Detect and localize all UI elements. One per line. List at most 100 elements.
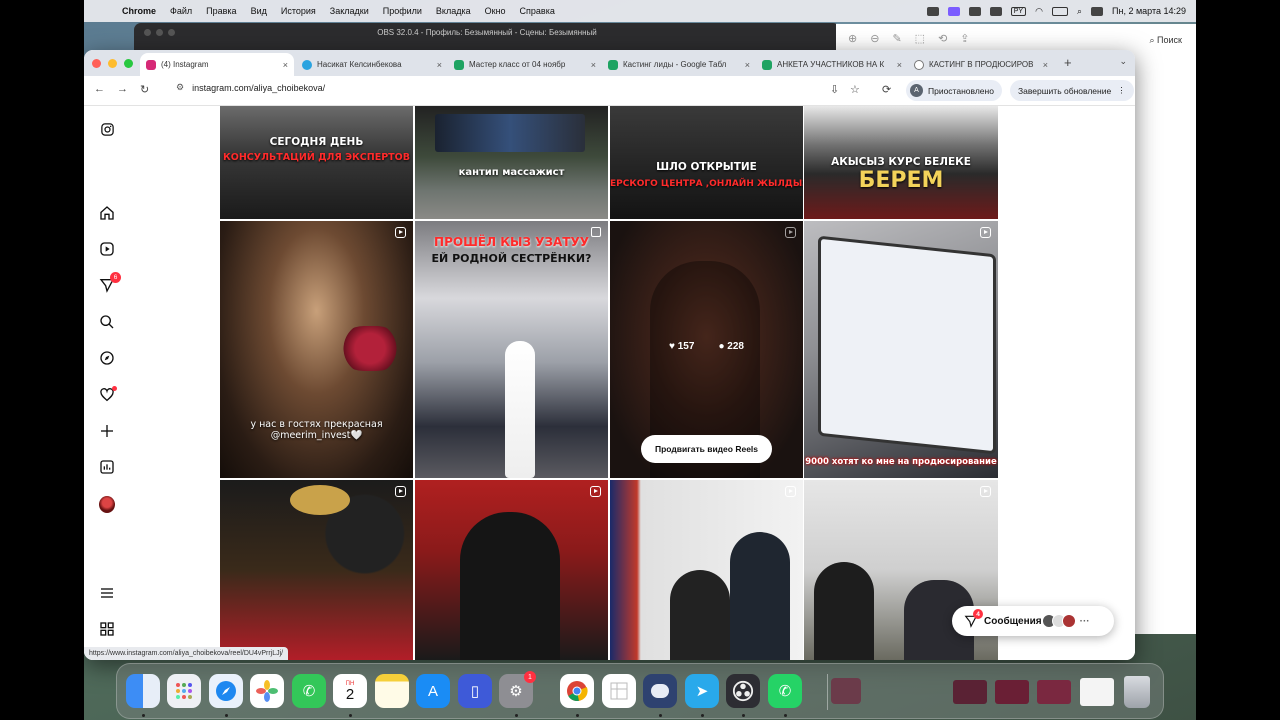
forward-icon[interactable]: → [117,83,128,95]
close-tab-icon[interactable]: × [437,60,442,70]
menu-window[interactable]: Окно [485,6,506,16]
menu-history[interactable]: История [281,6,316,16]
instagram-logo-icon[interactable] [99,121,115,137]
tab-search-button[interactable]: ⌄ [1119,56,1127,67]
post-tile[interactable]: ♥ 157 ● 228 Продвигать видео Reels [610,221,803,478]
telegram-icon[interactable]: ➤ [685,674,719,708]
promote-reels-button[interactable]: Продвигать видео Reels [641,435,772,463]
control-center-icon[interactable] [1091,6,1103,16]
clock[interactable]: Пн, 2 марта 14:29 [1112,6,1186,16]
markup-icon[interactable]: ✎ [892,32,901,45]
finder-icon[interactable] [126,674,160,708]
tab-instagram[interactable]: (4) Instagram × [140,53,294,76]
profile-avatar-icon[interactable] [99,495,115,513]
screen-record-icon[interactable] [947,6,960,16]
simulator-icon[interactable]: ▯ [458,674,492,708]
zoom-out-icon[interactable]: ⊖ [870,32,879,45]
tab-masterclass[interactable]: Мастер класс от 04 ноябр × [448,53,602,76]
close-tab-icon[interactable]: × [745,60,750,70]
close-window-button[interactable] [92,59,101,68]
tab-casting-production[interactable]: КАСТИНГ В ПРОДЮСИРОВ × [908,53,1054,76]
photos-icon[interactable] [250,674,284,708]
wifi-icon[interactable]: ◠ [1035,6,1043,17]
share-icon[interactable]: ⇪ [960,32,969,45]
profile-paused-pill[interactable]: А Приостановлено [906,80,1002,101]
reels-icon[interactable] [99,241,115,257]
calendar-icon[interactable]: ПН 2 [333,674,367,708]
zoom-in-icon[interactable]: ⊕ [848,32,857,45]
close-tab-icon[interactable]: × [591,60,596,70]
new-tab-button[interactable]: + [1064,55,1072,70]
reload-icon[interactable]: ↻ [140,83,149,96]
create-plus-icon[interactable] [99,423,115,439]
close-tab-icon[interactable]: × [283,60,288,70]
post-tile[interactable] [415,480,608,660]
menu-hamburger-icon[interactable] [99,585,115,601]
apps-grid-icon[interactable] [99,621,115,637]
input-language[interactable]: PY [1010,6,1027,16]
post-tile[interactable]: СЕГОДНЯ ДЕНЬ КОНСУЛЬТАЦИЙ ДЛЯ ЭКСПЕРТОВ [220,106,413,219]
site-info-icon[interactable]: ⚙ [176,82,184,93]
menu-tab[interactable]: Вкладка [436,6,471,16]
back-icon[interactable]: ← [94,83,105,95]
minimized-window-thumb[interactable] [995,680,1029,704]
menu-profiles[interactable]: Профили [383,6,422,16]
trash-icon[interactable] [1124,676,1150,708]
display-icon[interactable] [989,6,1002,16]
background-search[interactable]: ⌕ Поиск [1150,35,1183,46]
menu-view[interactable]: Вид [251,6,267,16]
update-button[interactable]: Завершить обновление ⋮ [1010,80,1134,101]
phone-icon[interactable]: ✆ [292,674,326,708]
app-store-icon[interactable]: A [416,674,450,708]
post-tile[interactable]: у нас в гостях прекрасная @meerim_invest… [220,221,413,478]
post-tile[interactable]: 9000 хотят ко мне на продюсирование [804,221,998,478]
post-tile[interactable]: кантип массажист [415,106,608,219]
post-tile[interactable] [220,480,413,660]
more-menu-icon[interactable]: ⋮ [1117,85,1126,96]
tab-casting-leads[interactable]: Кастинг лиды - Google Табл × [602,53,756,76]
zoom-window-button[interactable] [124,59,133,68]
heart-icon[interactable] [99,386,117,403]
url-text[interactable]: instagram.com/aliya_choibekova/ [192,83,325,93]
messages-pill[interactable]: 4 Сообщения ··· [952,606,1114,636]
bookmark-star-icon[interactable]: ☆ [850,83,860,96]
menu-app-name[interactable]: Chrome [122,6,156,16]
numbers-icon[interactable] [602,674,636,708]
close-tab-icon[interactable]: × [1043,60,1048,70]
post-tile[interactable]: ШЛО ОТКРЫТИЕ ЕРСКОГО ЦЕНТРА ,ОНЛАЙН ЖЫЛД… [610,106,803,219]
minimized-window-thumb[interactable] [831,678,861,704]
tab-participants[interactable]: АНКЕТА УЧАСТНИКОВ НА К × [756,53,908,76]
minimized-window-thumb[interactable] [1037,680,1071,704]
minimized-window-thumb[interactable] [1080,678,1114,706]
address-bar[interactable]: ⚙ instagram.com/aliya_choibekova/ [176,82,325,93]
extensions-icon[interactable]: ⟳ [882,83,891,96]
menu-bookmarks[interactable]: Закладки [330,6,369,16]
explore-icon[interactable] [99,350,115,366]
safari-icon[interactable] [209,674,243,708]
crop-icon[interactable]: ⬚ [915,32,925,45]
cloud-icon[interactable] [968,6,981,16]
rotate-icon[interactable]: ⟲ [938,32,947,45]
spotlight-icon[interactable]: ⌕ [1077,6,1082,17]
home-icon[interactable] [99,205,115,221]
menu-edit[interactable]: Правка [206,6,236,16]
minimized-window-thumb[interactable] [953,680,987,704]
assistant-app-icon[interactable] [643,674,677,708]
system-settings-icon[interactable]: ⚙ 1 [499,671,536,708]
chrome-icon[interactable] [560,674,594,708]
close-tab-icon[interactable]: × [897,60,902,70]
obs-status-icon[interactable] [926,6,939,16]
battery-icon[interactable] [1051,6,1068,16]
whatsapp-icon[interactable]: ✆ [768,674,802,708]
install-app-icon[interactable]: ⇩ [830,83,839,96]
direct-messages-icon[interactable]: 6 [99,272,121,293]
search-icon[interactable] [99,314,115,330]
post-tile[interactable] [610,480,803,660]
launchpad-icon[interactable] [167,674,201,708]
tab-telegram[interactable]: Насикат Келсинбекова × [296,53,448,76]
notes-icon[interactable] [375,674,409,708]
menu-help[interactable]: Справка [520,6,555,16]
menu-file[interactable]: Файл [170,6,192,16]
obs-icon[interactable] [726,674,760,708]
post-tile[interactable]: ПРОШЁЛ КЫЗ УЗАТУУ ЕЙ РОДНОЙ СЕСТРЁНКИ? [415,221,608,478]
